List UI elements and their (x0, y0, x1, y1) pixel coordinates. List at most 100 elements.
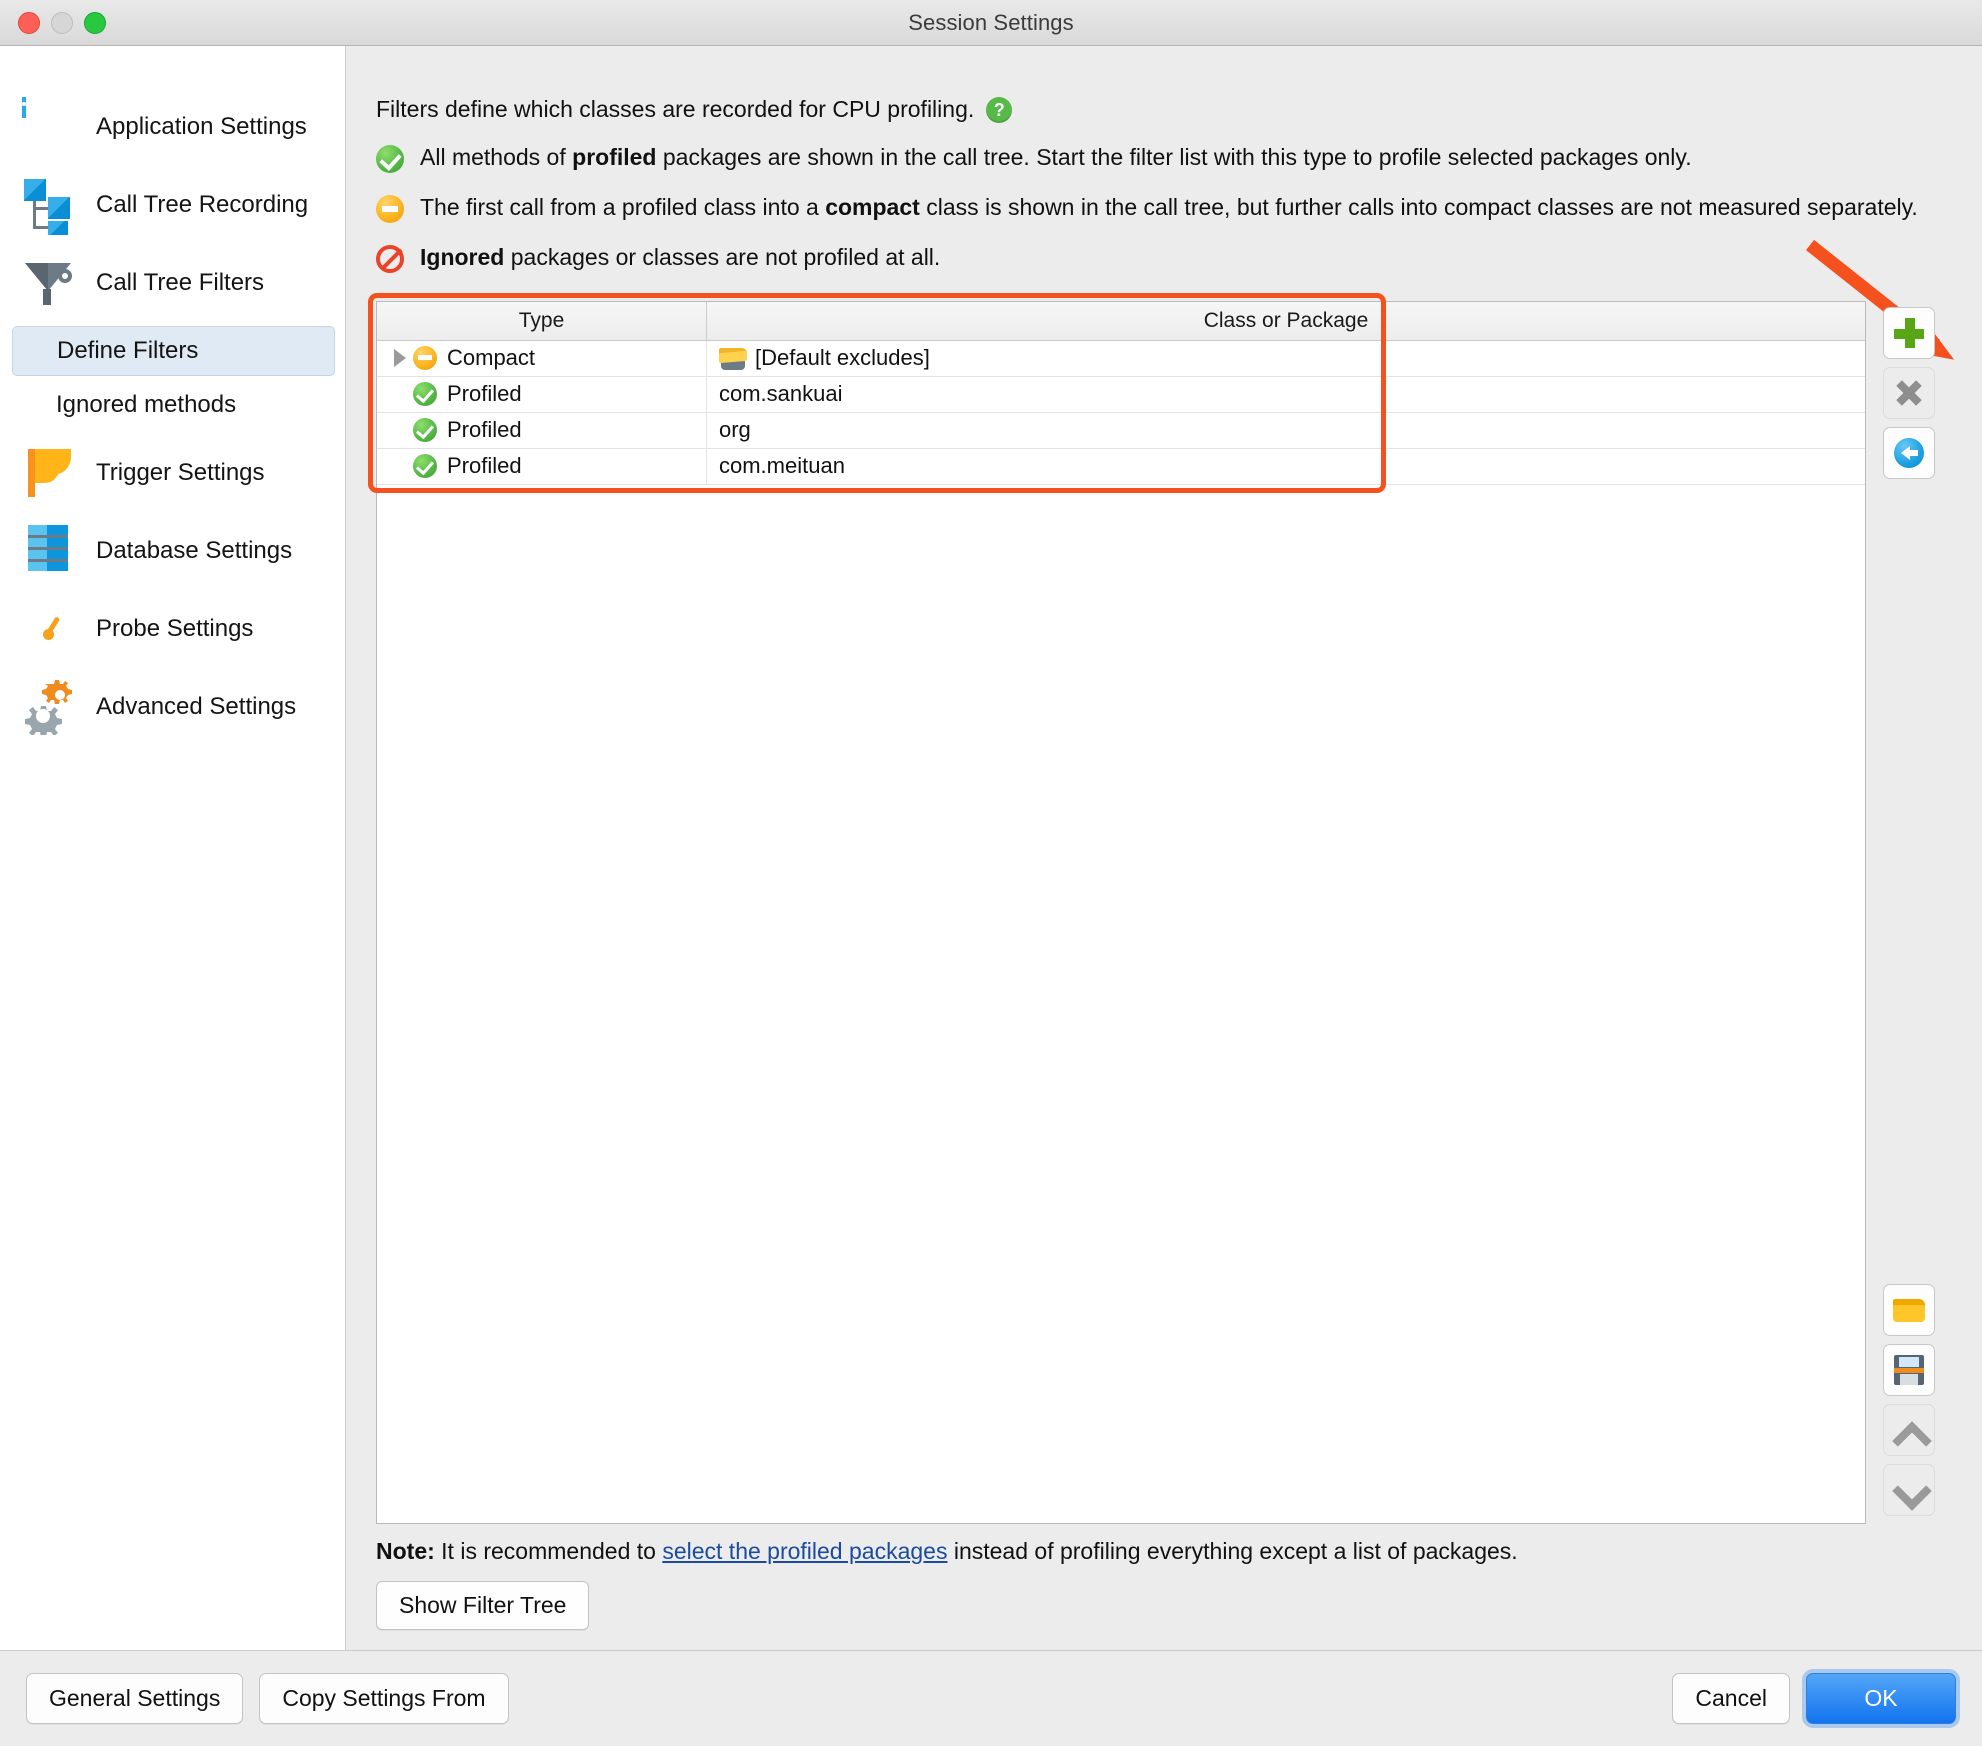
cell-type-label: Profiled (447, 381, 522, 407)
note-text: Note: It is recommended to select the pr… (376, 1538, 1952, 1565)
sidebar-item-define-filters[interactable]: Define Filters (12, 326, 335, 376)
cell-class-label: com.sankuai (719, 381, 843, 407)
window-title: Session Settings (908, 9, 1074, 35)
general-settings-button[interactable]: General Settings (26, 1673, 244, 1724)
sidebar-item-ignored-methods[interactable]: Ignored methods (12, 380, 335, 430)
sidebar-item-label: Call Tree Recording (96, 191, 309, 218)
dialog-footer: General Settings Copy Settings From Canc… (0, 1650, 1982, 1746)
close-x-icon (1895, 379, 1923, 407)
note-zone: Note: It is recommended to select the pr… (346, 1524, 1982, 1630)
sidebar-item-label: Define Filters (57, 337, 199, 364)
filters-intro-row: Filters define which classes are recorde… (376, 96, 1952, 123)
chevron-down-icon (1894, 1481, 1924, 1499)
cell-type: Profiled (377, 376, 707, 412)
call-tree-icon (22, 177, 78, 235)
bullet-text: The first call from a profiled class int… (420, 193, 1918, 220)
settings-sidebar: Application Settings Call Tree Recording (0, 46, 346, 1650)
profiled-check-icon (376, 143, 414, 180)
cell-class-or-package: com.sankuai (707, 377, 1865, 412)
filters-intro-text: Filters define which classes are recorde… (376, 96, 975, 122)
default-excludes-icon (719, 346, 747, 371)
filters-table[interactable]: Type Class or Package Compact [Default e… (376, 300, 1866, 1524)
close-window-button[interactable] (18, 11, 40, 34)
cell-type: Compact (377, 340, 707, 376)
column-header-type[interactable]: Type (377, 301, 707, 340)
save-filters-button[interactable] (1883, 1344, 1935, 1396)
move-down-button[interactable] (1883, 1464, 1935, 1516)
remove-filter-button[interactable] (1883, 366, 1935, 419)
cell-type-label: Profiled (447, 417, 522, 443)
cell-class-label: org (719, 417, 751, 443)
sidebar-item-label: Advanced Settings (96, 693, 297, 720)
move-up-button[interactable] (1883, 1404, 1935, 1456)
bullet-profiled: All methods of profiled packages are sho… (376, 143, 1952, 180)
profiled-check-icon (413, 382, 447, 407)
session-settings-window: Session Settings Application Settings Ca… (0, 0, 1982, 1746)
table-row[interactable]: Profiled com.meituan (377, 448, 1865, 485)
filters-explanation: Filters define which classes are recorde… (346, 46, 1982, 293)
table-row[interactable]: Profiled com.sankuai (377, 376, 1865, 413)
sidebar-item-label: Call Tree Filters (96, 269, 265, 296)
window-body: Application Settings Call Tree Recording (0, 46, 1982, 1650)
sidebar-item-label: Probe Settings (96, 615, 254, 642)
sidebar-item-database-settings[interactable]: Database Settings (0, 512, 345, 590)
edit-filter-button[interactable] (1883, 426, 1935, 479)
cell-class-or-package: [Default excludes] (707, 341, 1865, 376)
add-filter-button[interactable] (1883, 306, 1935, 359)
cancel-button[interactable]: Cancel (1672, 1673, 1790, 1724)
table-row[interactable]: Compact [Default excludes] (377, 340, 1865, 377)
flag-icon (22, 445, 78, 501)
sidebar-item-label: Ignored methods (56, 391, 237, 418)
filters-table-zone: Type Class or Package Compact [Default e… (346, 239, 1982, 1524)
sidebar-item-advanced-settings[interactable]: Advanced Settings (0, 668, 345, 746)
expand-triangle-icon[interactable] (387, 349, 413, 368)
bullet-ignored: Ignored packages or classes are not prof… (376, 243, 1952, 280)
bullet-compact: The first call from a profiled class int… (376, 193, 1952, 230)
funnel-icon (22, 255, 78, 311)
cell-class-or-package: org (707, 413, 1865, 448)
traffic-lights (18, 0, 106, 45)
bullet-text: Ignored packages or classes are not prof… (420, 243, 941, 270)
cell-type-label: Profiled (447, 453, 522, 479)
bullet-text: All methods of profiled packages are sho… (420, 144, 1692, 170)
define-filters-pane: Filters define which classes are recorde… (346, 46, 1982, 1650)
note-pre: It is recommended to (434, 1538, 663, 1564)
sidebar-item-label: Trigger Settings (96, 459, 265, 486)
ok-button[interactable]: OK (1806, 1673, 1956, 1724)
sidebar-item-call-tree-filters[interactable]: Call Tree Filters (0, 244, 345, 322)
profiled-check-icon (413, 418, 447, 443)
cell-type: Profiled (377, 448, 707, 484)
table-body: Compact [Default excludes] Profiled com.… (377, 340, 1865, 1523)
copy-settings-from-button[interactable]: Copy Settings From (259, 1673, 509, 1724)
gauge-icon (22, 601, 78, 657)
table-row[interactable]: Profiled org (377, 412, 1865, 449)
minimize-window-button[interactable] (51, 11, 73, 34)
sidebar-item-call-tree-recording[interactable]: Call Tree Recording (0, 166, 345, 244)
note-label: Note: (376, 1538, 435, 1564)
cell-type: Profiled (377, 412, 707, 448)
note-post: instead of profiling everything except a… (947, 1538, 1518, 1564)
sidebar-item-probe-settings[interactable]: Probe Settings (0, 590, 345, 668)
show-filter-tree-button[interactable]: Show Filter Tree (376, 1581, 590, 1630)
sidebar-item-label: Database Settings (96, 537, 293, 564)
plus-icon (1894, 317, 1924, 348)
cell-type-label: Compact (447, 345, 536, 371)
sidebar-item-application-settings[interactable]: Application Settings (0, 88, 345, 166)
sidebar-item-trigger-settings[interactable]: Trigger Settings (0, 434, 345, 512)
select-profiled-packages-link[interactable]: select the profiled packages (662, 1538, 947, 1564)
column-header-class-or-package[interactable]: Class or Package (707, 302, 1865, 340)
folder-open-icon (1893, 1297, 1925, 1323)
profiled-check-icon (413, 454, 447, 479)
database-icon (22, 523, 78, 579)
open-filters-button[interactable] (1883, 1284, 1935, 1336)
ignored-ban-icon (376, 243, 414, 280)
chevron-up-icon (1894, 1421, 1924, 1439)
filters-side-toolbar (1866, 301, 1952, 1524)
app-window-icon (22, 97, 78, 155)
content-bottom-padding (346, 1630, 1982, 1650)
sidebar-item-label: Application Settings (96, 113, 307, 140)
cell-class-or-package: com.meituan (707, 449, 1865, 484)
zoom-window-button[interactable] (84, 11, 106, 34)
compact-minus-icon (413, 346, 447, 371)
help-icon[interactable]: ? (986, 96, 1013, 123)
